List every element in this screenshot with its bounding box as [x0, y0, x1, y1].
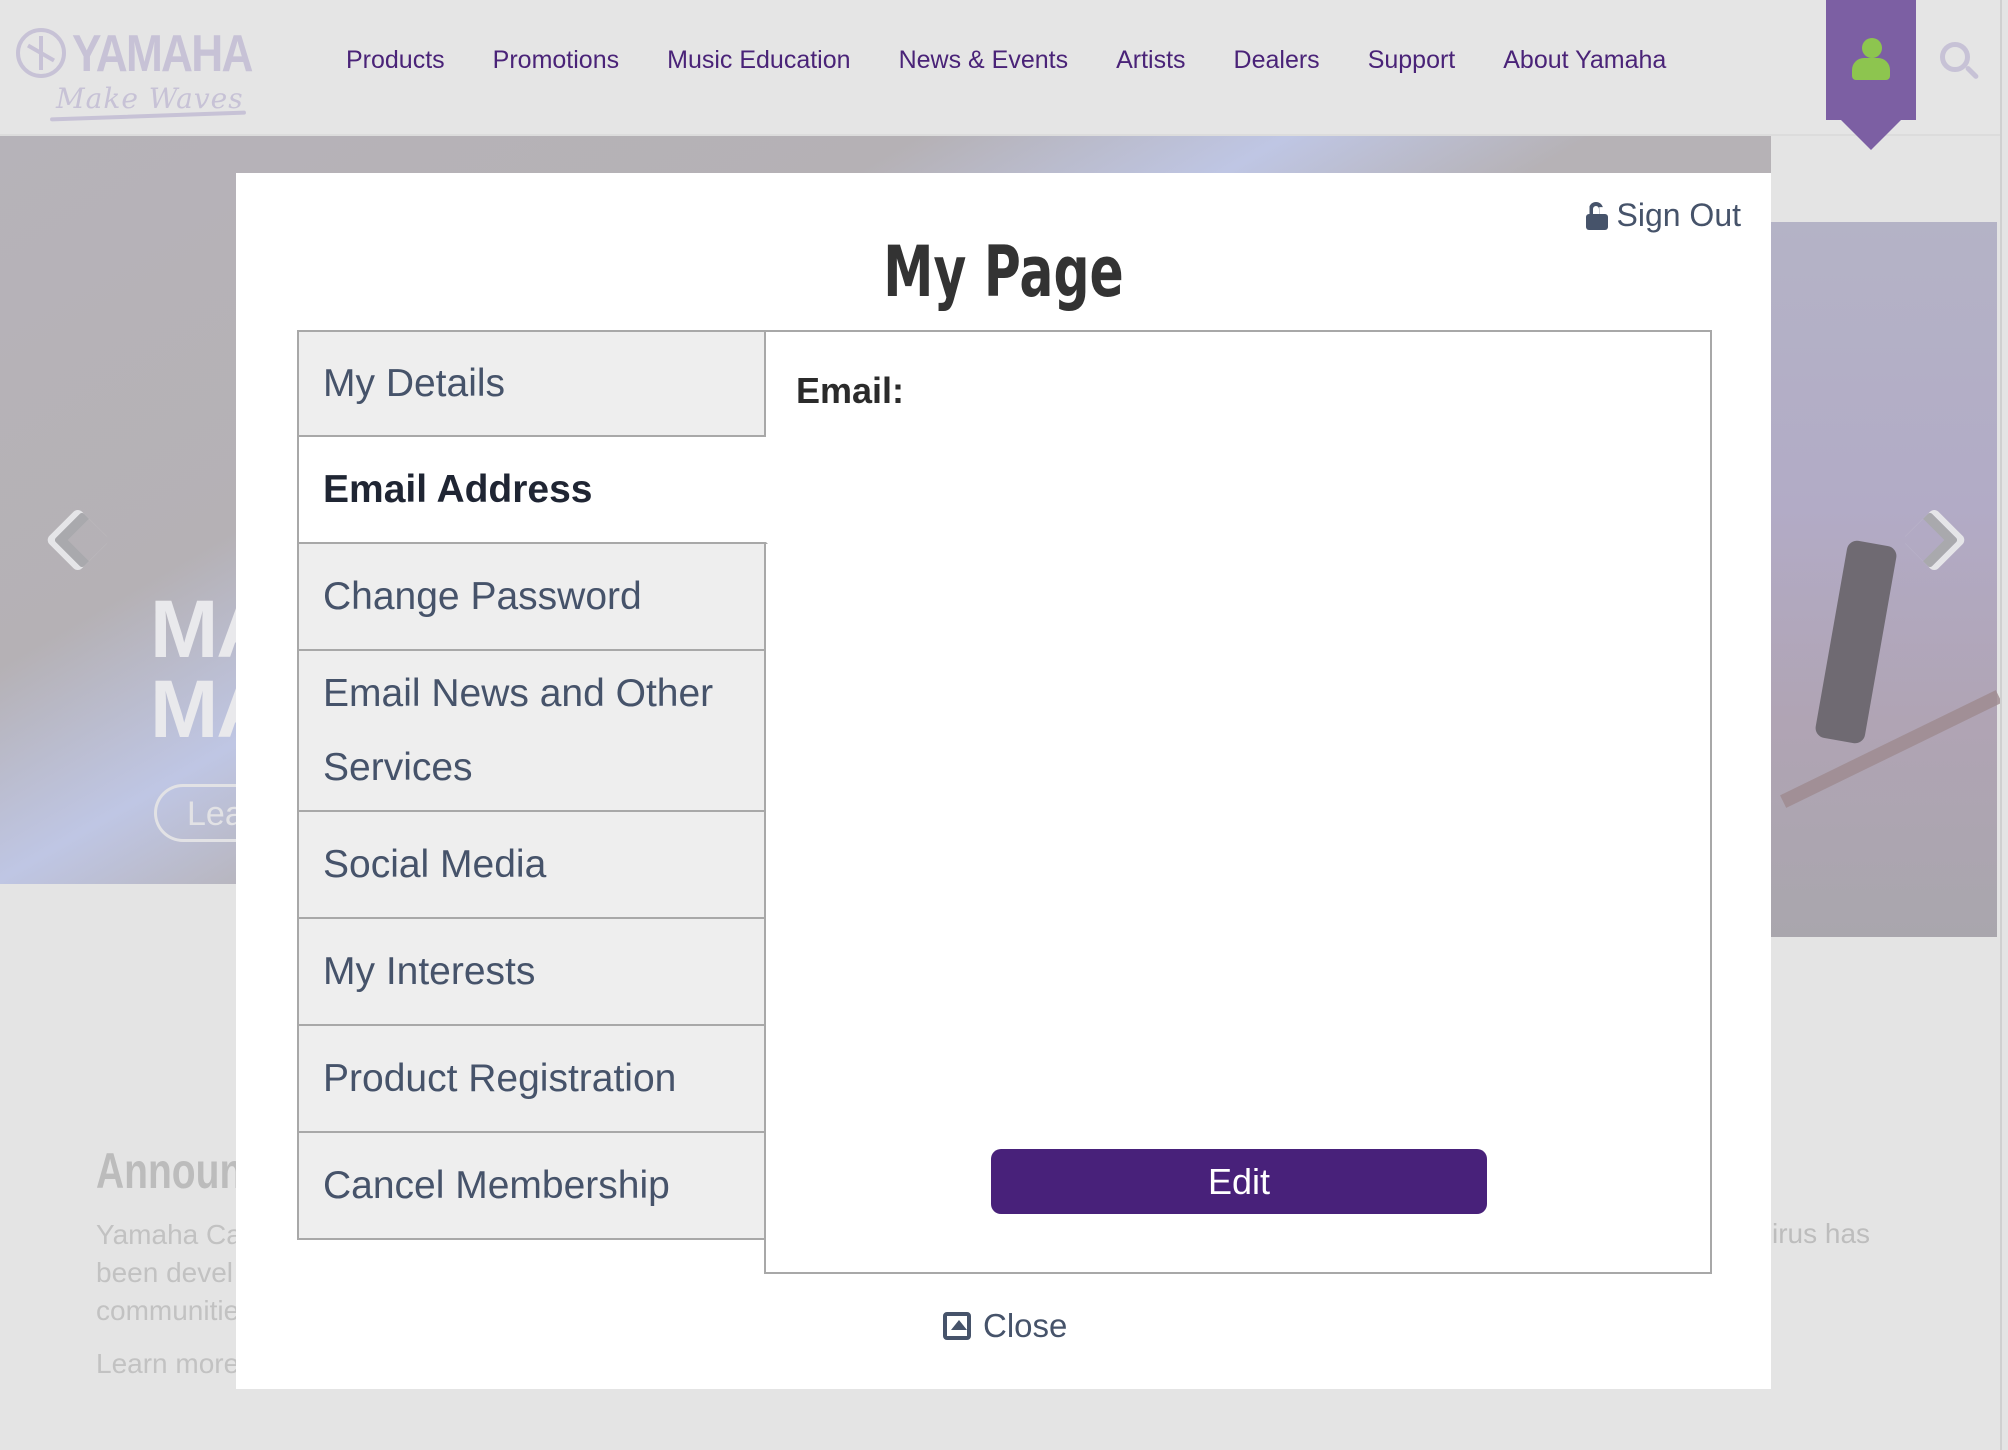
- nav-about-yamaha[interactable]: About Yamaha: [1503, 46, 1666, 75]
- yamaha-logo[interactable]: YAMAHA Make Waves: [16, 24, 253, 122]
- sign-out-label: Sign Out: [1616, 197, 1741, 233]
- nav-music-education[interactable]: Music Education: [667, 46, 850, 75]
- nav-promotions[interactable]: Promotions: [493, 46, 619, 75]
- tab-cancel-membership[interactable]: Cancel Membership: [297, 1133, 766, 1240]
- close-collapse-icon: [943, 1312, 971, 1340]
- window-edge: [2000, 0, 2008, 1450]
- search-icon[interactable]: [1940, 42, 1980, 82]
- hero-image-guitarist: [1771, 222, 2002, 937]
- announcement-text-fragment: irus has: [1772, 1218, 1871, 1249]
- nav-support[interactable]: Support: [1368, 46, 1456, 75]
- announcement-learn-more-link[interactable]: Learn more: [96, 1348, 239, 1380]
- main-nav: Products Promotions Music Education News…: [346, 46, 1666, 75]
- my-page-tabs: My Details Email Address Change Password…: [297, 330, 768, 1240]
- tab-email-news-services[interactable]: Email News and Other Services: [297, 651, 766, 812]
- nav-dealers[interactable]: Dealers: [1234, 46, 1320, 75]
- logo-tagline: Make Waves: [56, 82, 244, 115]
- account-button[interactable]: [1826, 0, 1916, 150]
- sign-out-button[interactable]: Sign Out: [1586, 197, 1741, 234]
- email-label: Email:: [796, 370, 905, 411]
- nav-artists[interactable]: Artists: [1116, 46, 1185, 75]
- my-page-modal: Sign Out My Page My Details Email Addres…: [236, 173, 1771, 1389]
- unlock-icon: [1586, 201, 1609, 230]
- tab-email-address[interactable]: Email Address: [297, 437, 768, 544]
- tab-change-password[interactable]: Change Password: [297, 544, 766, 651]
- logo-wordmark: YAMAHA: [72, 25, 253, 83]
- tab-product-registration[interactable]: Product Registration: [297, 1026, 766, 1133]
- user-icon: [1852, 38, 1890, 82]
- close-label: Close: [983, 1307, 1068, 1344]
- email-address-panel: Email: Edit: [764, 330, 1712, 1274]
- tab-my-details[interactable]: My Details: [297, 330, 766, 437]
- nav-products[interactable]: Products: [346, 46, 445, 75]
- site-header: YAMAHA Make Waves Products Promotions Mu…: [0, 0, 2008, 150]
- tuning-fork-logo-icon: [16, 28, 66, 78]
- page-title: My Page: [883, 231, 1124, 313]
- nav-news-events[interactable]: News & Events: [899, 46, 1069, 75]
- edit-button[interactable]: Edit: [991, 1149, 1487, 1214]
- tab-social-media[interactable]: Social Media: [297, 812, 766, 919]
- tab-my-interests[interactable]: My Interests: [297, 919, 766, 1026]
- close-button[interactable]: Close: [943, 1307, 1067, 1345]
